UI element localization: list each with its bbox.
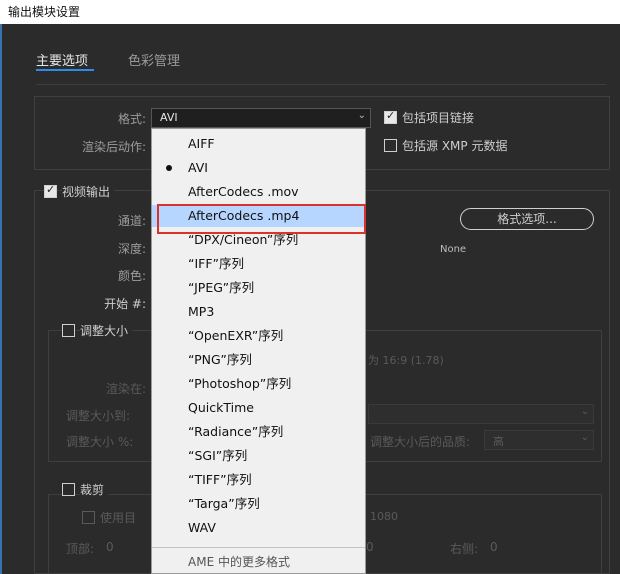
format-menu-item[interactable]: “Radiance”序列 <box>152 421 365 443</box>
format-label: 格式: <box>117 112 146 126</box>
video-output-checkbox[interactable] <box>44 183 57 198</box>
resize-to-select[interactable]: ⌄ <box>368 404 594 424</box>
window-title: 输出模块设置 <box>8 5 81 19</box>
menu-separator <box>152 547 365 548</box>
channels-label: 通道: <box>117 214 146 228</box>
active-tab-indicator <box>36 69 94 71</box>
format-dropdown-menu: WAV “Targa”序列 “TIFF”序列 “SGI”序列 “Radiance”序列 Q… <box>151 128 366 574</box>
format-menu-item[interactable]: WAV <box>152 517 365 539</box>
format-menu-item-label: “TIFF”序列 <box>188 472 252 487</box>
format-menu-item-label: “PNG”序列 <box>188 352 252 367</box>
start-number-label: 开始 #: <box>104 297 146 311</box>
callout-highlight-box <box>157 204 366 234</box>
format-menu-item-label: WAV <box>188 520 216 535</box>
resize-checkbox[interactable] <box>62 324 75 337</box>
format-select-value: AVI <box>160 111 178 124</box>
resize-quality-value: 高 <box>493 435 504 448</box>
format-menu-item[interactable]: AVI <box>152 157 365 179</box>
title-bar: 输出模块设置 <box>0 0 620 24</box>
format-menu-item[interactable]: “TIFF”序列 <box>152 469 365 491</box>
format-menu-item[interactable]: “OpenEXR”序列 <box>152 325 365 347</box>
resize-quality-select[interactable]: 高 ⌄ <box>484 430 594 450</box>
resize-to-label: 调整大小到: <box>66 409 131 423</box>
format-menu-item[interactable]: “Targa”序列 <box>152 493 365 515</box>
more-formats-item[interactable]: AME 中的更多格式 <box>188 553 290 570</box>
format-menu-item-label: AIFF <box>188 136 215 151</box>
format-menu-item-label: QuickTime <box>188 400 254 415</box>
tab-main-options[interactable]: 主要选项 <box>36 50 88 69</box>
crop-right-label: 右侧: <box>450 542 479 556</box>
codec-value: None <box>440 244 467 255</box>
format-menu-item-label: “SGI”序列 <box>188 448 248 463</box>
video-output-label: 视频输出 <box>62 183 115 200</box>
depth-label: 深度: <box>117 242 146 256</box>
format-menu-item[interactable]: “PNG”序列 <box>152 349 365 371</box>
use-region-checkbox[interactable] <box>82 511 95 524</box>
post-render-action-label: 渲染后动作: <box>81 140 146 154</box>
format-menu-item-label: AfterCodecs .mov <box>188 184 299 199</box>
crop-checkbox[interactable] <box>62 483 75 496</box>
tab-color-management[interactable]: 色彩管理 <box>128 50 180 69</box>
format-menu-item-label: “Radiance”序列 <box>188 424 284 439</box>
chevron-down-icon: ⌄ <box>580 406 589 417</box>
resize-label: 调整大小 <box>80 322 133 339</box>
crop-right-value[interactable]: 0 <box>490 540 498 554</box>
format-menu-item[interactable]: “JPEG”序列 <box>152 277 365 299</box>
include-project-link-label: 包括项目链接 <box>402 111 475 125</box>
format-select[interactable]: AVI ⌄ <box>151 108 371 128</box>
use-region-label: 使用目 <box>100 511 137 525</box>
crop-bottom-value[interactable]: 0 <box>366 540 374 554</box>
format-menu-item[interactable]: “IFF”序列 <box>152 253 365 275</box>
format-menu-item-label: “Photoshop”序列 <box>188 376 292 391</box>
format-menu-item-label: AVI <box>188 160 208 175</box>
format-menu-item[interactable]: “Photoshop”序列 <box>152 373 365 395</box>
format-menu-item-label: MP3 <box>188 304 215 319</box>
render-at-label: 渲染在: <box>105 382 146 396</box>
resize-quality-label: 调整大小后的品质: <box>370 435 471 449</box>
include-project-link-checkbox[interactable] <box>384 109 397 124</box>
crop-top-label: 顶部: <box>66 542 95 556</box>
chevron-down-icon: ⌄ <box>357 110 366 121</box>
format-menu-item-label: “Targa”序列 <box>188 496 260 511</box>
crop-top-value[interactable]: 0 <box>106 540 114 554</box>
format-menu-item-label: “JPEG”序列 <box>188 280 255 295</box>
color-label: 颜色: <box>117 269 146 283</box>
format-menu-item[interactable]: “SGI”序列 <box>152 445 365 467</box>
chevron-down-icon: ⌄ <box>580 432 589 443</box>
aspect-ratio-text: 为 16:9 (1.78) <box>368 354 444 367</box>
include-xmp-checkbox[interactable] <box>384 139 397 152</box>
selected-bullet-icon <box>166 165 172 171</box>
format-menu-item[interactable]: AIFF <box>152 133 365 155</box>
format-options-button[interactable]: 格式选项... <box>460 208 594 230</box>
crop-label: 裁剪 <box>80 481 109 498</box>
tab-divider <box>36 84 606 85</box>
format-menu-item-label: “OpenEXR”序列 <box>188 328 284 343</box>
include-xmp-label: 包括源 XMP 元数据 <box>402 139 508 153</box>
format-menu-item[interactable]: MP3 <box>152 301 365 323</box>
format-menu-item-label: “IFF”序列 <box>188 256 245 271</box>
crop-size-text: 1080 <box>370 510 398 523</box>
format-menu-item[interactable]: QuickTime <box>152 397 365 419</box>
format-menu-item[interactable]: AfterCodecs .mov <box>152 181 365 203</box>
resize-percent-label: 调整大小 %: <box>66 435 134 449</box>
